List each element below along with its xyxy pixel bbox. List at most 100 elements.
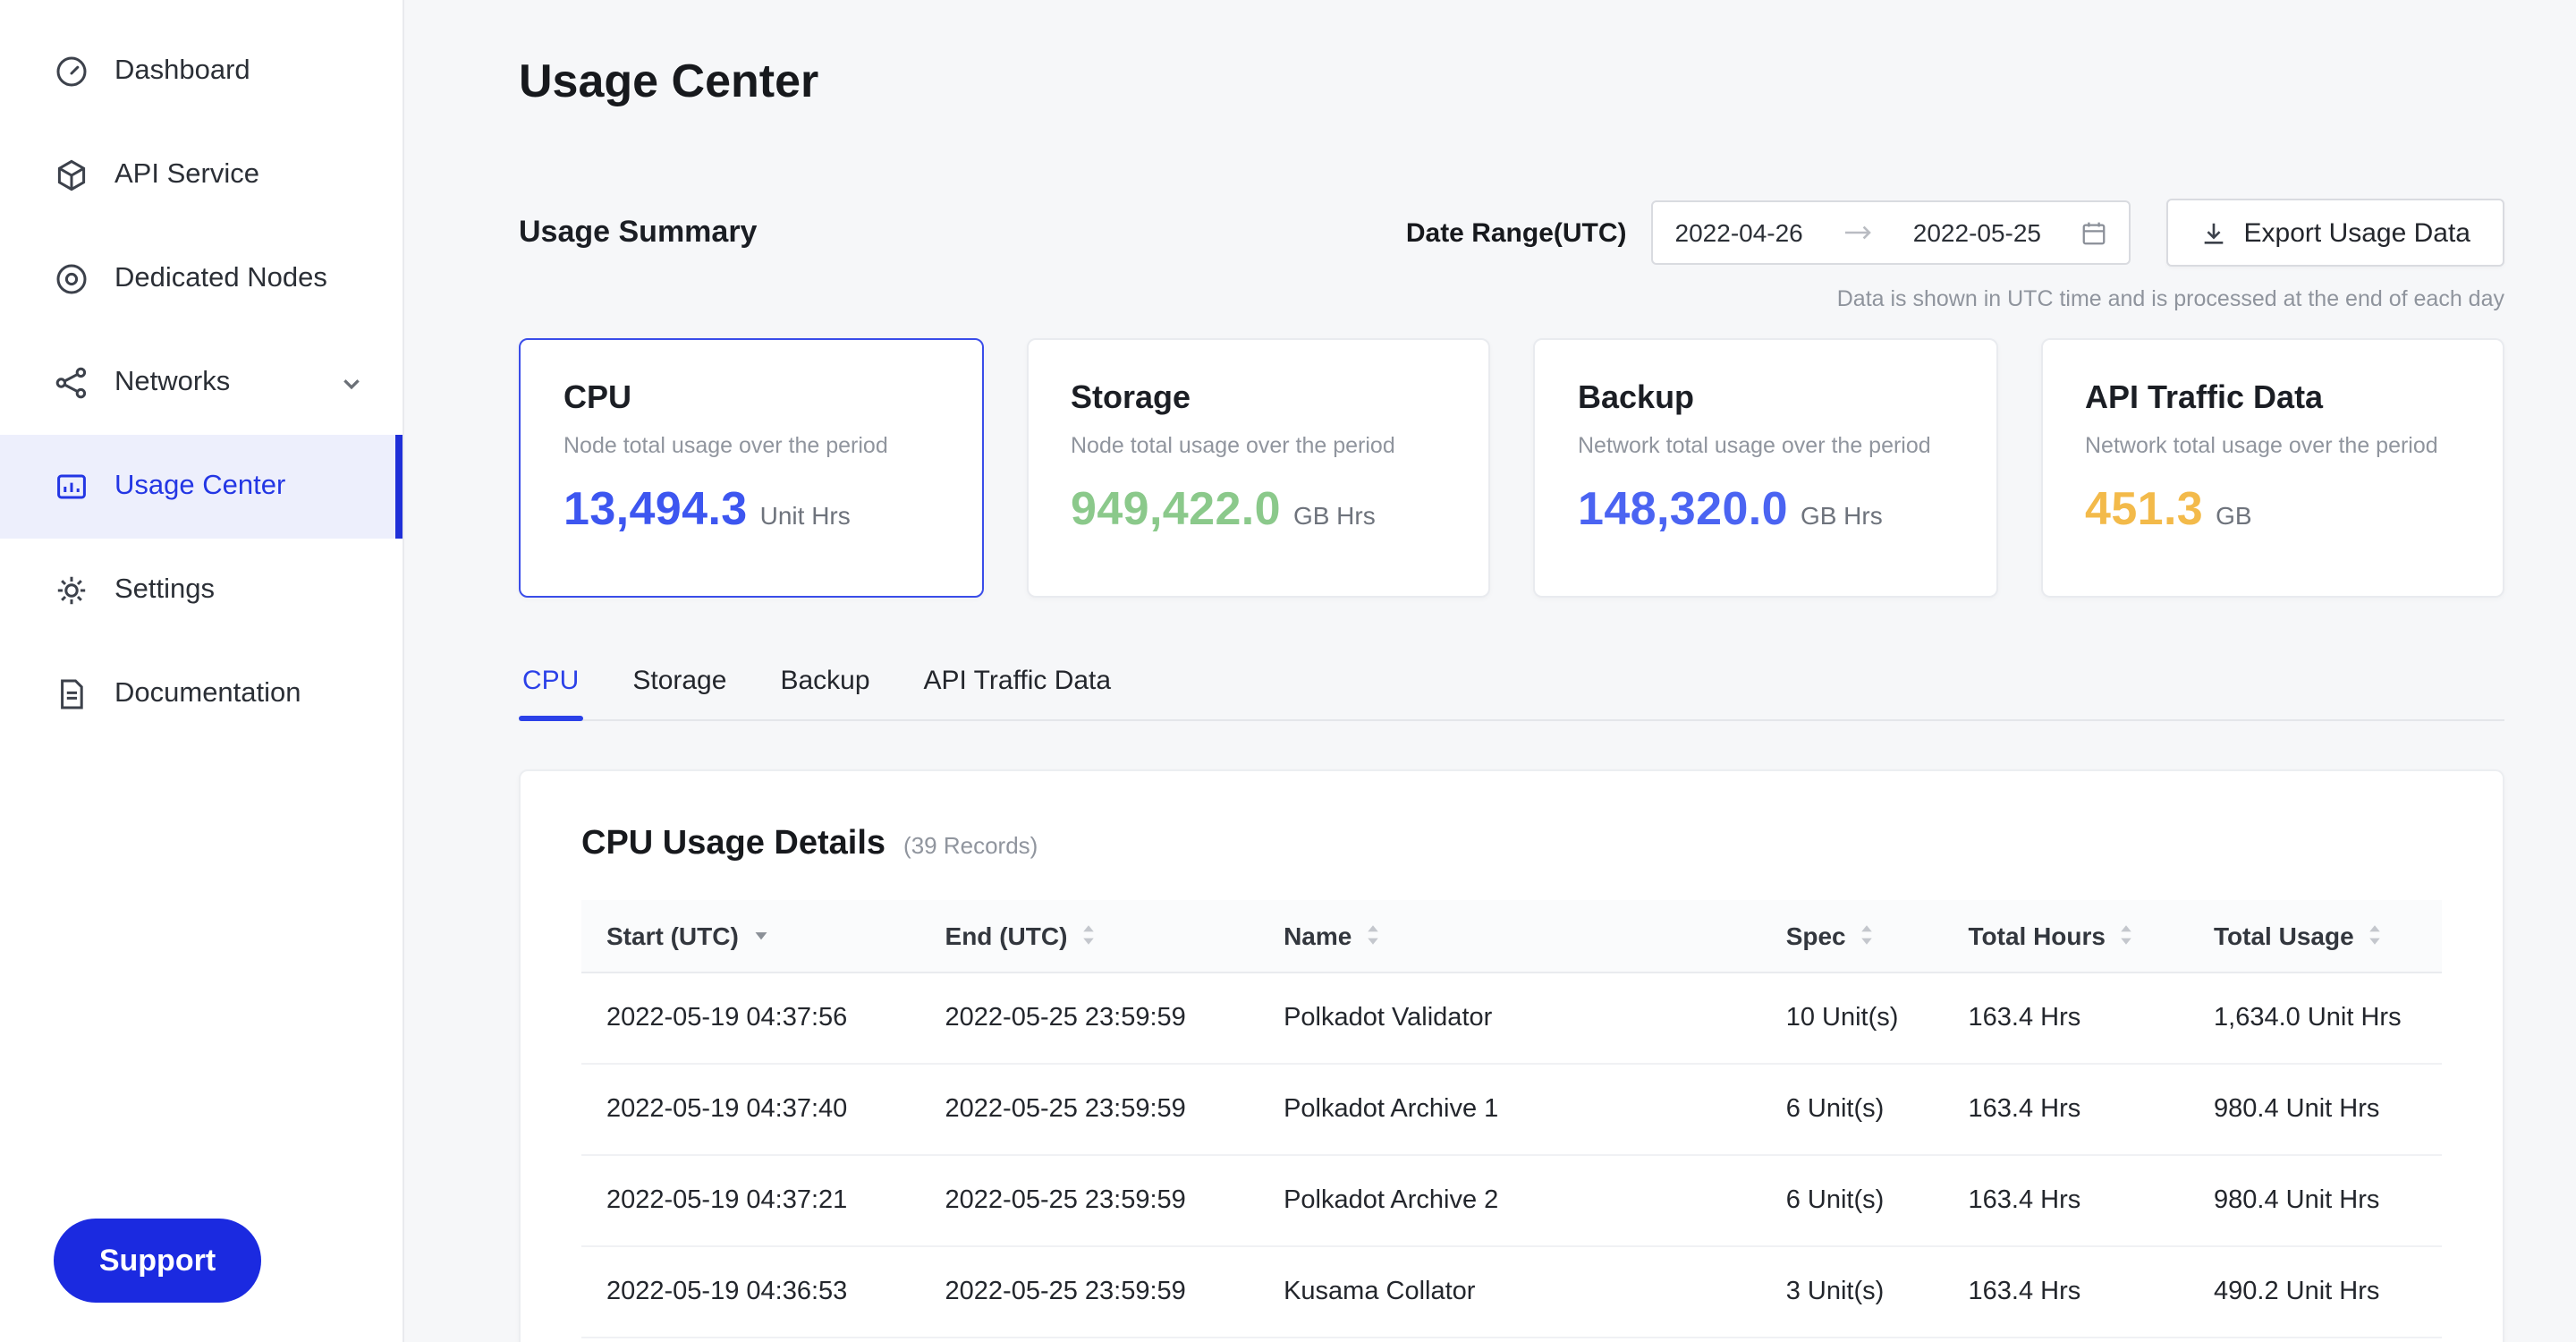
card-number: 13,494.3 [564,481,748,537]
column-label: Total Usage [2214,922,2354,950]
column-label: Spec [1786,922,1846,950]
card-value: 13,494.3 Unit Hrs [564,481,938,537]
usage-details-card: CPU Usage Details (39 Records) Start (UT… [519,769,2504,1342]
sorter-icon [2367,922,2383,949]
table-row: 2022-05-19 04:36:53 2022-05-25 23:59:59 … [581,1245,2442,1337]
card-title: Backup [1578,379,1953,417]
column-header-start-utc[interactable]: Start (UTC) [581,900,920,972]
column-label: Total Hours [1969,922,2106,950]
cell-start: 2022-05-19 04:37:21 [581,1154,920,1245]
sidebar-item-networks[interactable]: Networks [0,331,402,435]
card-unit: Unit Hrs [760,501,851,530]
dedicated-nodes-icon [54,261,89,297]
date-start-value[interactable]: 2022-04-26 [1675,218,1803,247]
sidebar-item-label: Usage Center [114,471,363,503]
sorter-icon [2118,922,2134,949]
sidebar-item-usage-center[interactable]: Usage Center [0,435,402,539]
column-label: End (UTC) [945,922,1068,950]
date-end-value[interactable]: 2022-05-25 [1913,218,2041,247]
usage-summary-header: Usage Summary Date Range(UTC) 2022-04-26… [519,199,2504,267]
sidebar-item-documentation[interactable]: Documentation [0,642,402,746]
usage-tabs: CPU Storage Backup API Traffic Data [519,666,2504,721]
cell-total-hours: 163.4 Hrs [1944,972,2190,1063]
sidebar: Dashboard API Service Dedicated Nodes Ne… [0,0,404,1342]
cell-total-usage: 980.4 Unit Hrs [2189,1063,2442,1154]
cell-start: 2022-05-19 04:36:53 [581,1245,920,1337]
networks-icon [54,365,89,401]
tab-cpu[interactable]: CPU [519,666,582,719]
cell-spec: 6 Unit(s) [1761,1154,1944,1245]
support-button[interactable]: Support [54,1219,261,1303]
column-header-end-utc[interactable]: End (UTC) [920,900,1259,972]
sidebar-item-dedicated-nodes[interactable]: Dedicated Nodes [0,227,402,331]
tab-api-traffic-data[interactable]: API Traffic Data [920,666,1115,719]
card-number: 148,320.0 [1578,481,1788,537]
table-row: 2022-05-19 04:37:56 2022-05-25 23:59:59 … [581,972,2442,1063]
sidebar-item-settings[interactable]: Settings [0,539,402,642]
dashboard-icon [54,54,89,89]
cell-name: Polkadot Archive 2 [1258,1154,1761,1245]
date-range-picker[interactable]: 2022-04-26 2022-05-25 [1652,200,2131,265]
card-unit: GB Hrs [1801,501,1883,530]
cell-name: Polkadot Archive 1 [1258,1063,1761,1154]
sorter-icon [1080,922,1096,949]
calendar-icon [2081,219,2108,246]
gear-icon [54,573,89,608]
cell-total-usage: 980.4 Unit Hrs [2189,1154,2442,1245]
cell-total-usage: 490.2 Unit Hrs [2189,1245,2442,1337]
sidebar-item-dashboard[interactable]: Dashboard [0,20,402,123]
cell-spec: 6 Unit(s) [1761,1063,1944,1154]
summary-card-backup[interactable]: Backup Network total usage over the peri… [1533,338,1997,598]
column-header-total-usage[interactable]: Total Usage [2189,900,2442,972]
tab-backup[interactable]: Backup [776,666,873,719]
column-header-total-hours[interactable]: Total Hours [1944,900,2190,972]
sidebar-item-label: Dashboard [114,55,363,88]
card-title: Storage [1071,379,1445,417]
sorter-icon [1859,922,1875,949]
sidebar-item-label: Settings [114,574,363,607]
summary-card-api-traffic[interactable]: API Traffic Data Network total usage ove… [2040,338,2504,598]
cell-spec: 10 Unit(s) [1761,972,1944,1063]
cell-total-hours: 163.4 Hrs [1944,1245,2190,1337]
column-label: Name [1284,922,1352,950]
sort-caret-down-icon [751,928,771,944]
page-title: Usage Center [519,54,2504,109]
sidebar-item-label: Networks [114,367,315,399]
card-subtitle: Node total usage over the period [1071,433,1445,458]
export-usage-data-button[interactable]: Export Usage Data [2167,199,2504,267]
card-subtitle: Node total usage over the period [564,433,938,458]
cell-spec: 3 Unit(s) [1761,1245,1944,1337]
sidebar-nav: Dashboard API Service Dedicated Nodes Ne… [0,20,402,746]
cell-end: 2022-05-25 23:59:59 [920,1245,1259,1337]
chevron-down-icon [340,371,363,395]
tab-storage[interactable]: Storage [629,666,730,719]
table-header-row: Start (UTC) End (UTC) [581,900,2442,972]
cell-start: 2022-05-19 04:37:56 [581,972,920,1063]
card-subtitle: Network total usage over the period [2085,433,2460,458]
sidebar-item-api-service[interactable]: API Service [0,123,402,227]
sidebar-item-label: Dedicated Nodes [114,263,363,295]
card-number: 949,422.0 [1071,481,1281,537]
details-header: CPU Usage Details (39 Records) [581,825,2442,864]
document-icon [54,676,89,712]
cell-total-usage: 1,634.0 Unit Hrs [2189,972,2442,1063]
summary-card-storage[interactable]: Storage Node total usage over the period… [1026,338,1490,598]
export-button-label: Export Usage Data [2244,217,2470,248]
card-number: 451.3 [2085,481,2203,537]
sidebar-item-label: API Service [114,159,363,191]
utc-note: Data is shown in UTC time and is process… [519,286,2504,311]
column-header-spec[interactable]: Spec [1761,900,1944,972]
cell-end: 2022-05-25 23:59:59 [920,972,1259,1063]
sidebar-item-label: Documentation [114,678,363,710]
cell-name: Kusama Collator [1258,1245,1761,1337]
cell-start: 2022-05-19 04:37:40 [581,1063,920,1154]
table-row: 2022-05-19 04:37:40 2022-05-25 23:59:59 … [581,1063,2442,1154]
column-header-name[interactable]: Name [1258,900,1761,972]
cell-name: Polkadot Validator [1258,972,1761,1063]
card-unit: GB Hrs [1293,501,1376,530]
table-row: 2022-05-19 04:37:21 2022-05-25 23:59:59 … [581,1154,2442,1245]
cell-end: 2022-05-25 23:59:59 [920,1063,1259,1154]
cell-end: 2022-05-25 23:59:59 [920,1154,1259,1245]
cell-total-hours: 163.4 Hrs [1944,1063,2190,1154]
summary-card-cpu[interactable]: CPU Node total usage over the period 13,… [519,338,983,598]
